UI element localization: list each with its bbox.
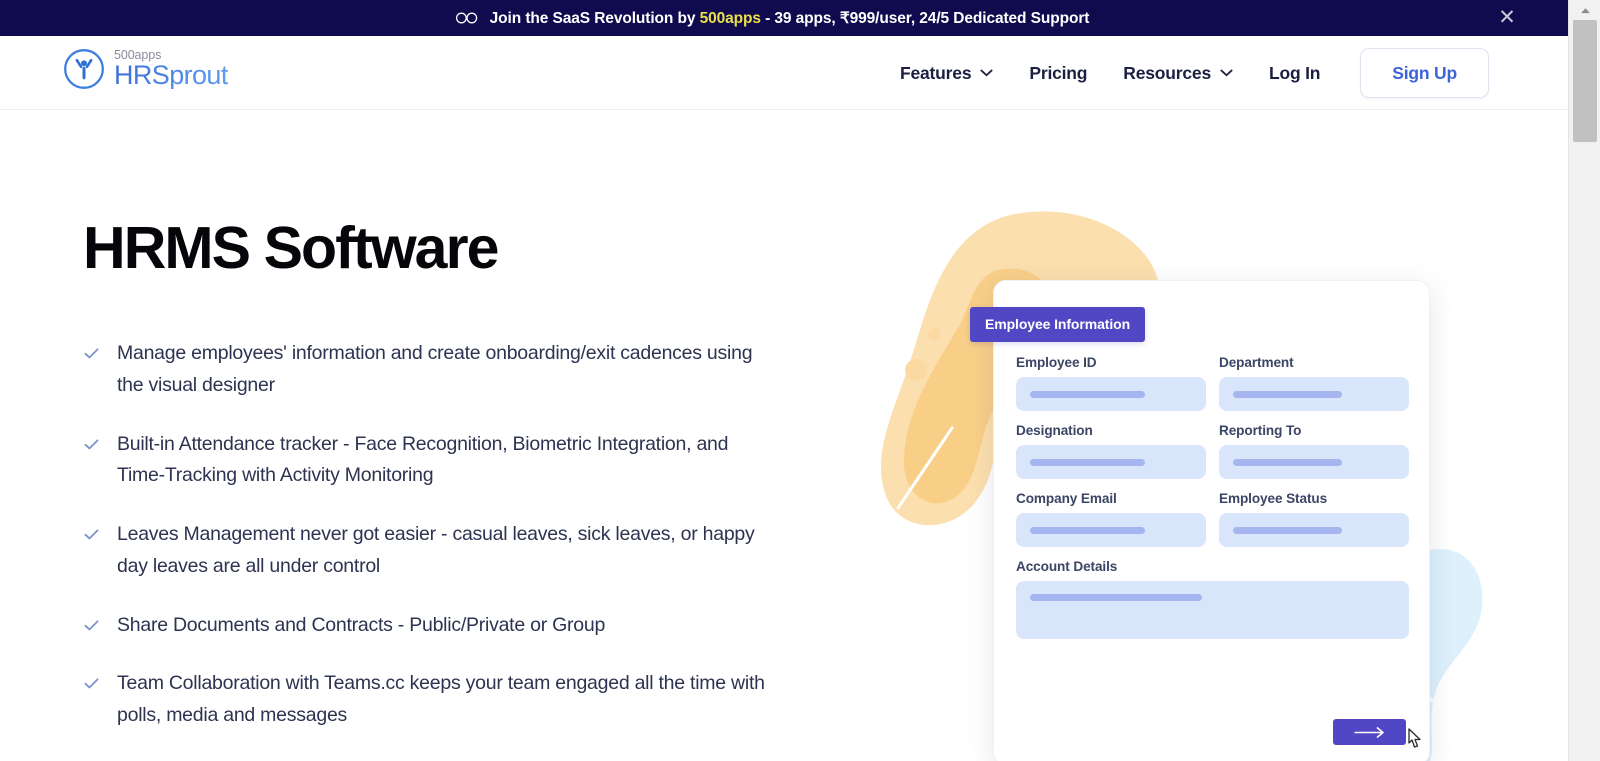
- input-placeholder-bar: [1030, 526, 1146, 534]
- page-title: HRMS Software: [83, 215, 499, 281]
- chevron-down-icon: [1220, 69, 1233, 77]
- check-icon: [84, 678, 99, 689]
- check-icon: [84, 529, 99, 540]
- field-designation: Designation: [1016, 423, 1206, 479]
- field-label: Reporting To: [1219, 423, 1302, 438]
- reporting-to-input[interactable]: [1219, 445, 1409, 479]
- field-reporting-to: Reporting To: [1219, 423, 1409, 479]
- promo-brand-500apps[interactable]: 500apps: [700, 10, 761, 27]
- arrow-right-icon: [1353, 726, 1384, 738]
- nav-item-resources[interactable]: Resources: [1105, 63, 1251, 84]
- field-employee-status: Employee Status: [1219, 491, 1409, 547]
- feature-text: Share Documents and Contracts - Public/P…: [117, 613, 606, 636]
- site-header: 500apps HRSprout Features Pricing Resour…: [0, 36, 1568, 110]
- field-label: Designation: [1016, 423, 1093, 438]
- scrollbar-thumb[interactable]: [1573, 20, 1597, 142]
- list-item: Built-in Attendance tracker - Face Recog…: [83, 429, 823, 493]
- check-icon: [84, 620, 99, 630]
- nav-item-pricing[interactable]: Pricing: [1011, 63, 1105, 84]
- input-placeholder-bar: [1233, 526, 1342, 534]
- sign-up-button[interactable]: Sign Up: [1360, 48, 1489, 98]
- hero-illustration: Employee Information Employee ID Departm…: [860, 110, 1568, 761]
- promo-banner-content: Join the SaaS Revolution by 500apps - 39…: [455, 9, 1090, 28]
- nav-item-login-label: Log In: [1268, 62, 1321, 83]
- page-root: Join the SaaS Revolution by 500apps - 39…: [0, 0, 1600, 761]
- employee-id-input[interactable]: [1016, 377, 1206, 411]
- logo-name: HRSprout: [114, 60, 228, 91]
- list-item: Leaves Management never got easier - cas…: [83, 519, 823, 583]
- promo-text-before: Join the SaaS Revolution by: [489, 9, 700, 27]
- input-placeholder-bar: [1030, 390, 1146, 398]
- scroll-up-arrow-icon[interactable]: [1569, 0, 1600, 20]
- field-label: Account Details: [1016, 559, 1118, 574]
- check-icon: [84, 348, 99, 359]
- field-label: Employee ID: [1016, 355, 1097, 370]
- check-icon: [84, 438, 99, 449]
- promo-banner: Join the SaaS Revolution by 500apps - 39…: [0, 0, 1568, 36]
- logo-text: 500apps HRSprout: [114, 49, 228, 90]
- input-placeholder-bar: [1030, 458, 1146, 466]
- infinity-icon: [455, 12, 477, 24]
- browser-viewport: Join the SaaS Revolution by 500apps - 39…: [0, 0, 1568, 761]
- field-label: Company Email: [1016, 491, 1117, 506]
- promo-text-after: - 39 apps, ₹999/user, 24/5 Dedicated Sup…: [760, 9, 1090, 27]
- nav-item-pricing-label: Pricing: [1029, 62, 1088, 83]
- feature-text: Team Collaboration with Teams.cc keeps y…: [117, 672, 765, 727]
- list-item: Share Documents and Contracts - Public/P…: [83, 610, 823, 642]
- chevron-down-icon: [980, 69, 993, 77]
- nav-item-login[interactable]: Log In: [1251, 63, 1338, 84]
- banner-close-icon[interactable]: ✕: [1496, 7, 1518, 29]
- field-label: Department: [1219, 355, 1294, 370]
- field-employee-id: Employee ID: [1016, 355, 1206, 411]
- hrsprout-person-logo-icon: [64, 49, 104, 89]
- field-department: Department: [1219, 355, 1409, 411]
- hero-section: HRMS Software Manage employees' informat…: [0, 110, 1568, 761]
- form-row: Designation Reporting To: [1016, 423, 1409, 479]
- input-placeholder-bar: [1030, 594, 1202, 601]
- nav-item-features[interactable]: Features: [882, 63, 1011, 84]
- field-account-details: Account Details: [1016, 559, 1409, 639]
- form-row: Company Email Employee Status: [1016, 491, 1409, 547]
- account-details-textarea[interactable]: [1016, 581, 1409, 639]
- submit-next-button[interactable]: [1333, 719, 1406, 745]
- promo-banner-text: Join the SaaS Revolution by 500apps - 39…: [490, 9, 1090, 28]
- department-input[interactable]: [1219, 377, 1409, 411]
- logo[interactable]: 500apps HRSprout: [63, 48, 228, 90]
- field-label: Employee Status: [1219, 491, 1328, 506]
- nav-item-resources-label: Resources: [1123, 62, 1211, 83]
- main-navigation: Features Pricing Resources Log In Sign U…: [882, 36, 1489, 110]
- feature-list: Manage employees' information and create…: [83, 338, 823, 732]
- designation-input[interactable]: [1016, 445, 1206, 479]
- list-item: Manage employees' information and create…: [83, 338, 823, 402]
- company-email-input[interactable]: [1016, 513, 1206, 547]
- feature-text: Manage employees' information and create…: [117, 341, 753, 396]
- list-item: Team Collaboration with Teams.cc keeps y…: [83, 668, 823, 732]
- form-row: Employee ID Department: [1016, 355, 1409, 411]
- input-placeholder-bar: [1233, 458, 1342, 466]
- employee-status-input[interactable]: [1219, 513, 1409, 547]
- feature-text: Leaves Management never got easier - cas…: [117, 523, 755, 577]
- card-badge: Employee Information: [970, 307, 1146, 342]
- hero-copy: HRMS Software Manage employees' informat…: [83, 215, 823, 759]
- field-company-email: Company Email: [1016, 491, 1206, 547]
- input-placeholder-bar: [1233, 390, 1342, 398]
- feature-text: Built-in Attendance tracker - Face Recog…: [117, 432, 729, 487]
- employee-information-card: Employee Information Employee ID Departm…: [970, 280, 1431, 761]
- employee-form: Employee ID Department Designation Repor…: [994, 355, 1431, 639]
- browser-scrollbar[interactable]: [1568, 0, 1600, 761]
- nav-item-features-label: Features: [900, 62, 972, 83]
